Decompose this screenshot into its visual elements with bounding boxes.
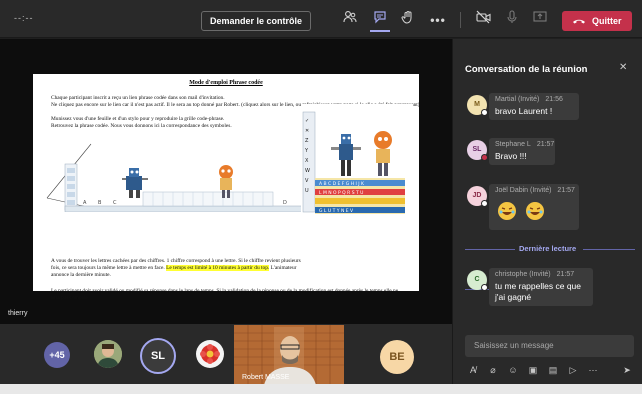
chat-time: 21:57: [557, 187, 575, 194]
svg-text:Z: Z: [305, 138, 309, 144]
svg-text:V: V: [305, 178, 309, 184]
svg-text:X: X: [305, 158, 309, 164]
participants-icon[interactable]: [340, 10, 360, 30]
chat-time: 21:57: [536, 141, 555, 148]
emoji-icon[interactable]: ☺: [507, 365, 519, 375]
robot-grid-illustration: ✓✕ZYXWVU A B C D E F G H I J K L M N O P…: [301, 104, 413, 222]
chat-bubble[interactable]: Stephane L 21:57 Bravo !!!: [489, 138, 555, 165]
overflow-participants-badge[interactable]: +45: [44, 342, 70, 368]
send-icon[interactable]: ➤: [621, 365, 633, 376]
chat-bubble[interactable]: Joël Dabin (Invité) 21:57: [489, 184, 579, 230]
svg-text:C: C: [113, 200, 117, 206]
svg-text:G L U T Y N E V: G L U T Y N E V: [319, 208, 354, 214]
chat-icon[interactable]: [370, 10, 390, 30]
request-control-button[interactable]: Demander le contrôle: [201, 11, 311, 31]
svg-text:A B C D E F G H I J K: A B C D E F G H I J K: [319, 181, 365, 187]
chat-author: Joël Dabin (Invité): [495, 187, 552, 194]
share-screen-icon[interactable]: [530, 10, 550, 30]
participant-avatar-be[interactable]: BE: [380, 340, 414, 374]
last-read-line: [583, 249, 635, 250]
chat-meta: Joël Dabin (Invité) 21:57: [495, 187, 575, 194]
last-read-label: Dernière lecture: [519, 244, 577, 253]
message-compose-input[interactable]: Saisissez un message: [465, 335, 634, 357]
chat-meta: Stephane L 21:57: [495, 141, 554, 148]
chat-time: 21:57: [556, 271, 575, 278]
phone-hangup-icon: [572, 11, 586, 39]
laughing-emoji-icon: [525, 201, 545, 226]
participant-avatar-photo[interactable]: [94, 340, 122, 368]
status-dot: [481, 200, 488, 207]
chat-author: Stephane L: [495, 141, 531, 148]
meeting-timer: --:--: [14, 13, 34, 23]
svg-text:L M N O P Q R S T U: L M N O P Q R S T U: [319, 190, 363, 196]
svg-text:D: D: [283, 200, 287, 206]
shared-content-stage: Mode d'emploi Phrase codée Chaque partic…: [0, 39, 452, 324]
slide-paragraph: Retrouvez la phrase codée. Nous vous don…: [51, 123, 232, 129]
presenter-name-label: thierry: [8, 310, 28, 317]
status-dot: [481, 154, 488, 161]
shared-slide: Mode d'emploi Phrase codée Chaque partic…: [33, 74, 420, 301]
lego-grid-illustration: A B C D: [46, 143, 303, 212]
participant-video[interactable]: Robert MASSE: [234, 325, 344, 385]
chat-panel: Conversation de la réunion ✕ M Martial (…: [452, 39, 642, 384]
participant-video-name: Robert MASSE: [242, 374, 290, 381]
window-bottom-edge: [0, 384, 642, 394]
chat-text: Bravo !!!: [495, 151, 527, 161]
svg-text:✓: ✓: [305, 118, 309, 124]
close-icon[interactable]: ✕: [619, 62, 627, 73]
participant-avatar-flower[interactable]: [196, 340, 224, 368]
svg-text:U: U: [305, 188, 309, 194]
toolbar-separator: [460, 12, 461, 28]
last-read-line: [465, 249, 515, 250]
status-dot: [481, 284, 488, 291]
participant-avatar-sl[interactable]: SL: [140, 338, 176, 374]
chat-bubble[interactable]: christophe (Invité) 21:57 tu me rappelles…: [489, 268, 593, 306]
laughing-emoji-icon: [497, 201, 517, 226]
chat-panel-title: Conversation de la réunion: [465, 64, 588, 75]
slide-paragraph: Chaque participant inscrit a reçu un lie…: [51, 95, 225, 101]
svg-text:A: A: [83, 200, 87, 206]
status-dot: [481, 109, 488, 116]
chat-text: tu me rappelles ce que j'ai gagné: [495, 281, 581, 302]
svg-text:B: B: [98, 200, 102, 206]
chat-author: christophe (Invité): [495, 271, 551, 278]
meet-now-icon[interactable]: ▷: [567, 365, 579, 376]
slide-paragraph-time: A vous de trouver les lettres cachées pa…: [51, 258, 311, 278]
chat-time: 21:56: [545, 96, 563, 103]
chat-active-indicator: [370, 30, 390, 32]
chat-text: bravo Laurent !: [495, 106, 553, 116]
camera-off-icon[interactable]: [473, 10, 493, 30]
slide-paragraph: Le participant doit avoir validé ou modi…: [51, 288, 399, 301]
svg-text:✕: ✕: [305, 128, 309, 134]
leave-label: Quitter: [592, 16, 622, 26]
chat-meta: Martial (Invité) 21:56: [495, 96, 573, 103]
svg-text:W: W: [305, 168, 310, 174]
meeting-toolbar: --:-- Demander le contrôle ••• Quitter: [0, 0, 642, 38]
microphone-icon[interactable]: [502, 10, 522, 30]
chat-author: Martial (Invité): [495, 96, 540, 103]
raise-hand-icon[interactable]: [398, 10, 418, 30]
sticker-icon[interactable]: ▤: [547, 365, 559, 376]
leave-button[interactable]: Quitter: [562, 11, 632, 31]
chat-meta: christophe (Invité) 21:57: [495, 271, 587, 278]
slide-title: Mode d'emploi Phrase codée: [189, 80, 263, 86]
chat-bubble[interactable]: Martial (Invité) 21:56 bravo Laurent !: [489, 93, 579, 120]
gif-icon[interactable]: ▣: [527, 365, 539, 376]
format-icon[interactable]: A̸: [467, 365, 479, 375]
more-icon[interactable]: ⋯: [587, 365, 599, 376]
more-options-icon[interactable]: •••: [428, 10, 448, 30]
time-limit-highlight: Le temps est limité à 10 minutes à parti…: [166, 264, 270, 271]
attach-icon[interactable]: ⌀: [487, 365, 499, 376]
